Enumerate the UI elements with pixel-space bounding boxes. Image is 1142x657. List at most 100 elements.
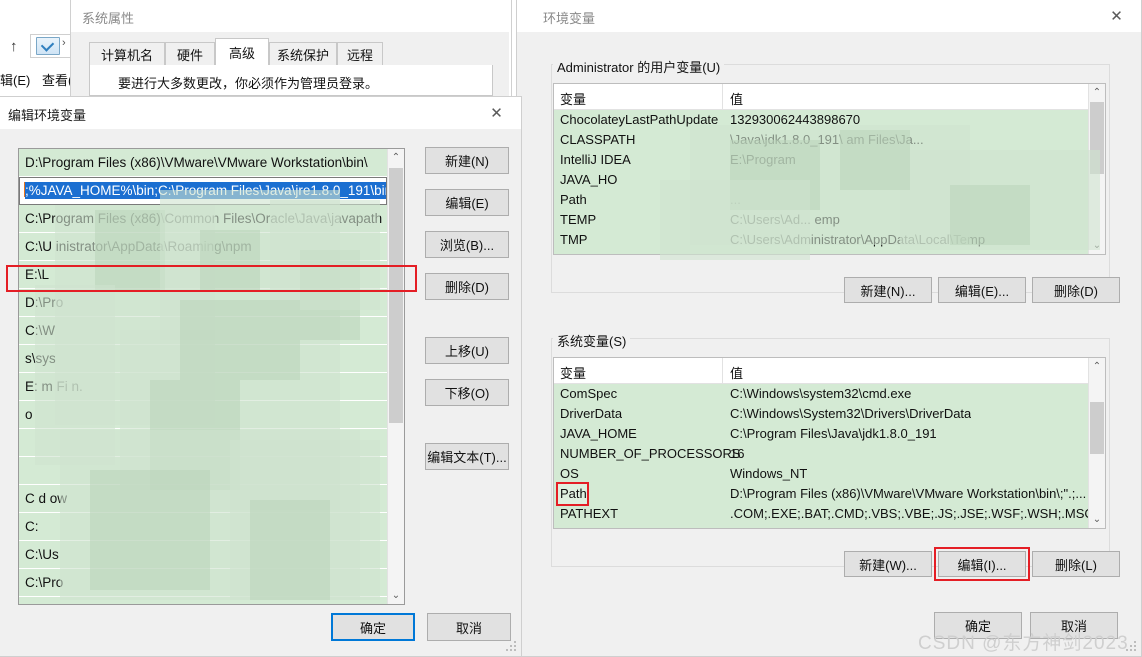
table-row[interactable]: CLASSPATH \Java\jdk1.8.0_191\ am Files\J… xyxy=(554,130,1105,150)
path-entry[interactable]: C:\Program Files (x86)\Common Files\Orac… xyxy=(19,205,387,233)
resize-grip[interactable] xyxy=(506,641,518,653)
system-properties-pane: 要进行大多数更改，你必须作为管理员登录。 xyxy=(89,65,493,96)
variable-name: TMP xyxy=(560,232,588,247)
path-entry[interactable]: D:\Program Files (x86)\VMware\VMware Wor… xyxy=(19,149,387,177)
table-row[interactable]: Path D:\Program Files (x86)\VMware\VMware… xyxy=(554,482,1105,506)
system-table-header: 变量 值 xyxy=(554,358,1105,384)
path-entry[interactable] xyxy=(19,429,387,457)
table-row[interactable]: NUMBER_OF_PROCESSORS 16 xyxy=(554,444,1105,464)
scroll-down-icon[interactable]: ⌄ xyxy=(1089,237,1105,254)
path-entry[interactable]: C:\P ols\Binn\ xyxy=(19,597,387,604)
table-row[interactable]: JAVA_HOME C:\Program Files\Java\jdk1.8.0_… xyxy=(554,424,1105,444)
variable-name: CLASSPATH xyxy=(560,132,636,147)
user-variables-group-label: Administrator 的用户变量(U) xyxy=(553,57,725,76)
up-arrow-icon[interactable]: ↑ xyxy=(10,38,18,55)
table-row[interactable]: ComSpec C:\Windows\system32\cmd.exe xyxy=(554,384,1105,404)
path-entry-text: ;%JAVA_HOME%\bin;C:\Program Files\Java\j… xyxy=(25,182,386,199)
table-row[interactable]: JAVA_HO xyxy=(554,170,1105,190)
table-row[interactable]: TMP C:\Users\Administrator\AppData\Local\… xyxy=(554,230,1105,250)
variable-value: D:\Program Files (x86)\VMware\VMware Wor… xyxy=(730,486,1087,501)
user-delete-button[interactable]: 删除(D) xyxy=(1032,277,1120,303)
table-row[interactable]: ChocolateyLastPathUpdate 1329300624438986… xyxy=(554,110,1105,130)
tab-advanced[interactable]: 高级 xyxy=(215,38,269,67)
path-move-up-button[interactable]: 上移(U) xyxy=(425,337,509,364)
system-variables-group-label: 系统变量(S) xyxy=(553,331,631,350)
variable-value: C:\Users\Administrator\AppData\Local\Tem… xyxy=(730,232,986,247)
tab-remote[interactable]: 远程 xyxy=(337,42,383,66)
system-col-name: 变量 xyxy=(560,366,587,381)
path-list-scrollbar[interactable]: ⌃ ⌄ xyxy=(387,149,404,604)
path-edit-button[interactable]: 编辑(E) xyxy=(425,189,509,216)
scrollbar-thumb[interactable] xyxy=(389,168,403,423)
path-entry[interactable]: C d ow xyxy=(19,485,387,513)
system-table-scrollbar[interactable]: ⌃ ⌄ xyxy=(1088,358,1105,528)
edited-entry-highlight xyxy=(6,265,417,292)
path-delete-button[interactable]: 删除(D) xyxy=(425,273,509,300)
table-row[interactable]: Path... xyxy=(554,190,1105,210)
csdn-watermark: CSDN @东方神剑2023 xyxy=(918,633,1129,654)
path-edit-text-button[interactable]: 编辑文本(T)... xyxy=(425,443,509,470)
user-table-header: 变量 值 xyxy=(554,84,1105,110)
environment-variables-dialog: 环境变量 ✕ Administrator 的用户变量(U) 变量 值 Choco… xyxy=(516,0,1142,657)
path-entry[interactable]: D:\Pro xyxy=(19,289,387,317)
scroll-up-icon[interactable]: ⌃ xyxy=(388,149,404,166)
tab-hardware[interactable]: 硬件 xyxy=(165,42,215,66)
system-col-value: 值 xyxy=(730,366,744,381)
scroll-up-icon[interactable]: ⌃ xyxy=(1089,358,1105,375)
scrollbar-thumb[interactable] xyxy=(1090,402,1104,454)
user-variables-table[interactable]: 变量 值 ChocolateyLastPathUpdate 13293006244… xyxy=(553,83,1106,255)
path-new-button[interactable]: 新建(N) xyxy=(425,147,509,174)
path-entries-list[interactable]: D:\Program Files (x86)\VMware\VMware Wor… xyxy=(18,148,405,605)
path-browse-button[interactable]: 浏览(B)... xyxy=(425,231,509,258)
path-entry[interactable]: C: xyxy=(19,513,387,541)
path-entry[interactable]: C:\Us xyxy=(19,541,387,569)
edit-cancel-button[interactable]: 取消 xyxy=(427,613,511,641)
scroll-down-icon[interactable]: ⌄ xyxy=(1089,511,1105,528)
scroll-down-icon[interactable]: ⌄ xyxy=(388,587,404,604)
user-table-scrollbar[interactable]: ⌃ ⌄ xyxy=(1088,84,1105,254)
variable-name: JAVA_HO xyxy=(560,172,618,187)
edit-ok-button[interactable]: 确定 xyxy=(331,613,415,641)
system-properties-title: 系统属性 xyxy=(82,11,135,26)
admin-login-note: 要进行大多数更改，你必须作为管理员登录。 xyxy=(118,76,379,91)
variable-name: TEMP xyxy=(560,212,597,227)
path-move-down-button[interactable]: 下移(O) xyxy=(425,379,509,406)
path-entry-editing[interactable]: ;%JAVA_HOME%\bin;C:\Program Files\Java\j… xyxy=(19,177,387,205)
variable-value: .COM;.EXE;.BAT;.CMD;.VBS;.VBE;.JS;.JSE;.… xyxy=(730,506,1094,521)
path-entry[interactable]: o xyxy=(19,401,387,429)
environment-variables-titlebar xyxy=(517,0,1141,32)
path-entries-rows[interactable]: D:\Program Files (x86)\VMware\VMware Wor… xyxy=(19,149,387,604)
user-new-button[interactable]: 新建(N)... xyxy=(844,277,932,303)
table-row[interactable]: IntelliJ IDEA E:\Program xyxy=(554,150,1105,170)
path-entry[interactable]: E: m Fi n. xyxy=(19,373,387,401)
system-variables-table[interactable]: 变量 值 ComSpec C:\Windows\system32\cmd.exe D… xyxy=(553,357,1106,529)
variable-value: E:\Program xyxy=(730,152,796,167)
variable-value: \Java\jdk1.8.0_191\ am Files\Ja... xyxy=(730,132,924,147)
close-icon[interactable]: ✕ xyxy=(474,98,519,128)
variable-name: NUMBER_OF_PROCESSORS xyxy=(560,446,741,461)
close-icon[interactable]: ✕ xyxy=(1094,1,1139,31)
path-entry[interactable] xyxy=(19,457,387,485)
path-entry[interactable]: C:\U inistrator\AppData\Roaming\npm xyxy=(19,233,387,261)
table-row[interactable]: DriverData C:\Windows\System32\Drivers\Dr… xyxy=(554,404,1105,424)
variable-value: C:\Windows\system32\cmd.exe xyxy=(730,386,912,401)
system-delete-button[interactable]: 删除(L) xyxy=(1032,551,1120,577)
table-row[interactable]: OS Windows_NT xyxy=(554,464,1105,484)
variable-name: ComSpec xyxy=(560,386,618,401)
path-entry[interactable]: C:\Pro xyxy=(19,569,387,597)
scroll-up-icon[interactable]: ⌃ xyxy=(1089,84,1105,101)
user-edit-button[interactable]: 编辑(E)... xyxy=(938,277,1026,303)
table-row[interactable]: TEMP C:\Users\Ad... emp xyxy=(554,210,1105,230)
tab-computer-name[interactable]: 计算机名 xyxy=(89,42,165,66)
path-entry[interactable]: s\sys xyxy=(19,345,387,373)
user-col-name: 变量 xyxy=(560,92,587,107)
path-entry[interactable]: C:\W xyxy=(19,317,387,345)
system-new-button[interactable]: 新建(W)... xyxy=(844,551,932,577)
user-table-rows[interactable]: ChocolateyLastPathUpdate 1329300624438986… xyxy=(554,110,1105,254)
menu-item-edit[interactable]: 辑(E) xyxy=(0,70,30,89)
tab-system-protection[interactable]: 系统保护 xyxy=(269,42,337,66)
system-table-rows[interactable]: ComSpec C:\Windows\system32\cmd.exe Driver… xyxy=(554,384,1105,528)
this-pc-icon xyxy=(36,37,60,55)
table-row[interactable]: PATHEXT .COM;.EXE;.BAT;.CMD;.VBS;.VBE;.JS… xyxy=(554,504,1105,524)
scrollbar-thumb[interactable] xyxy=(1090,102,1104,174)
